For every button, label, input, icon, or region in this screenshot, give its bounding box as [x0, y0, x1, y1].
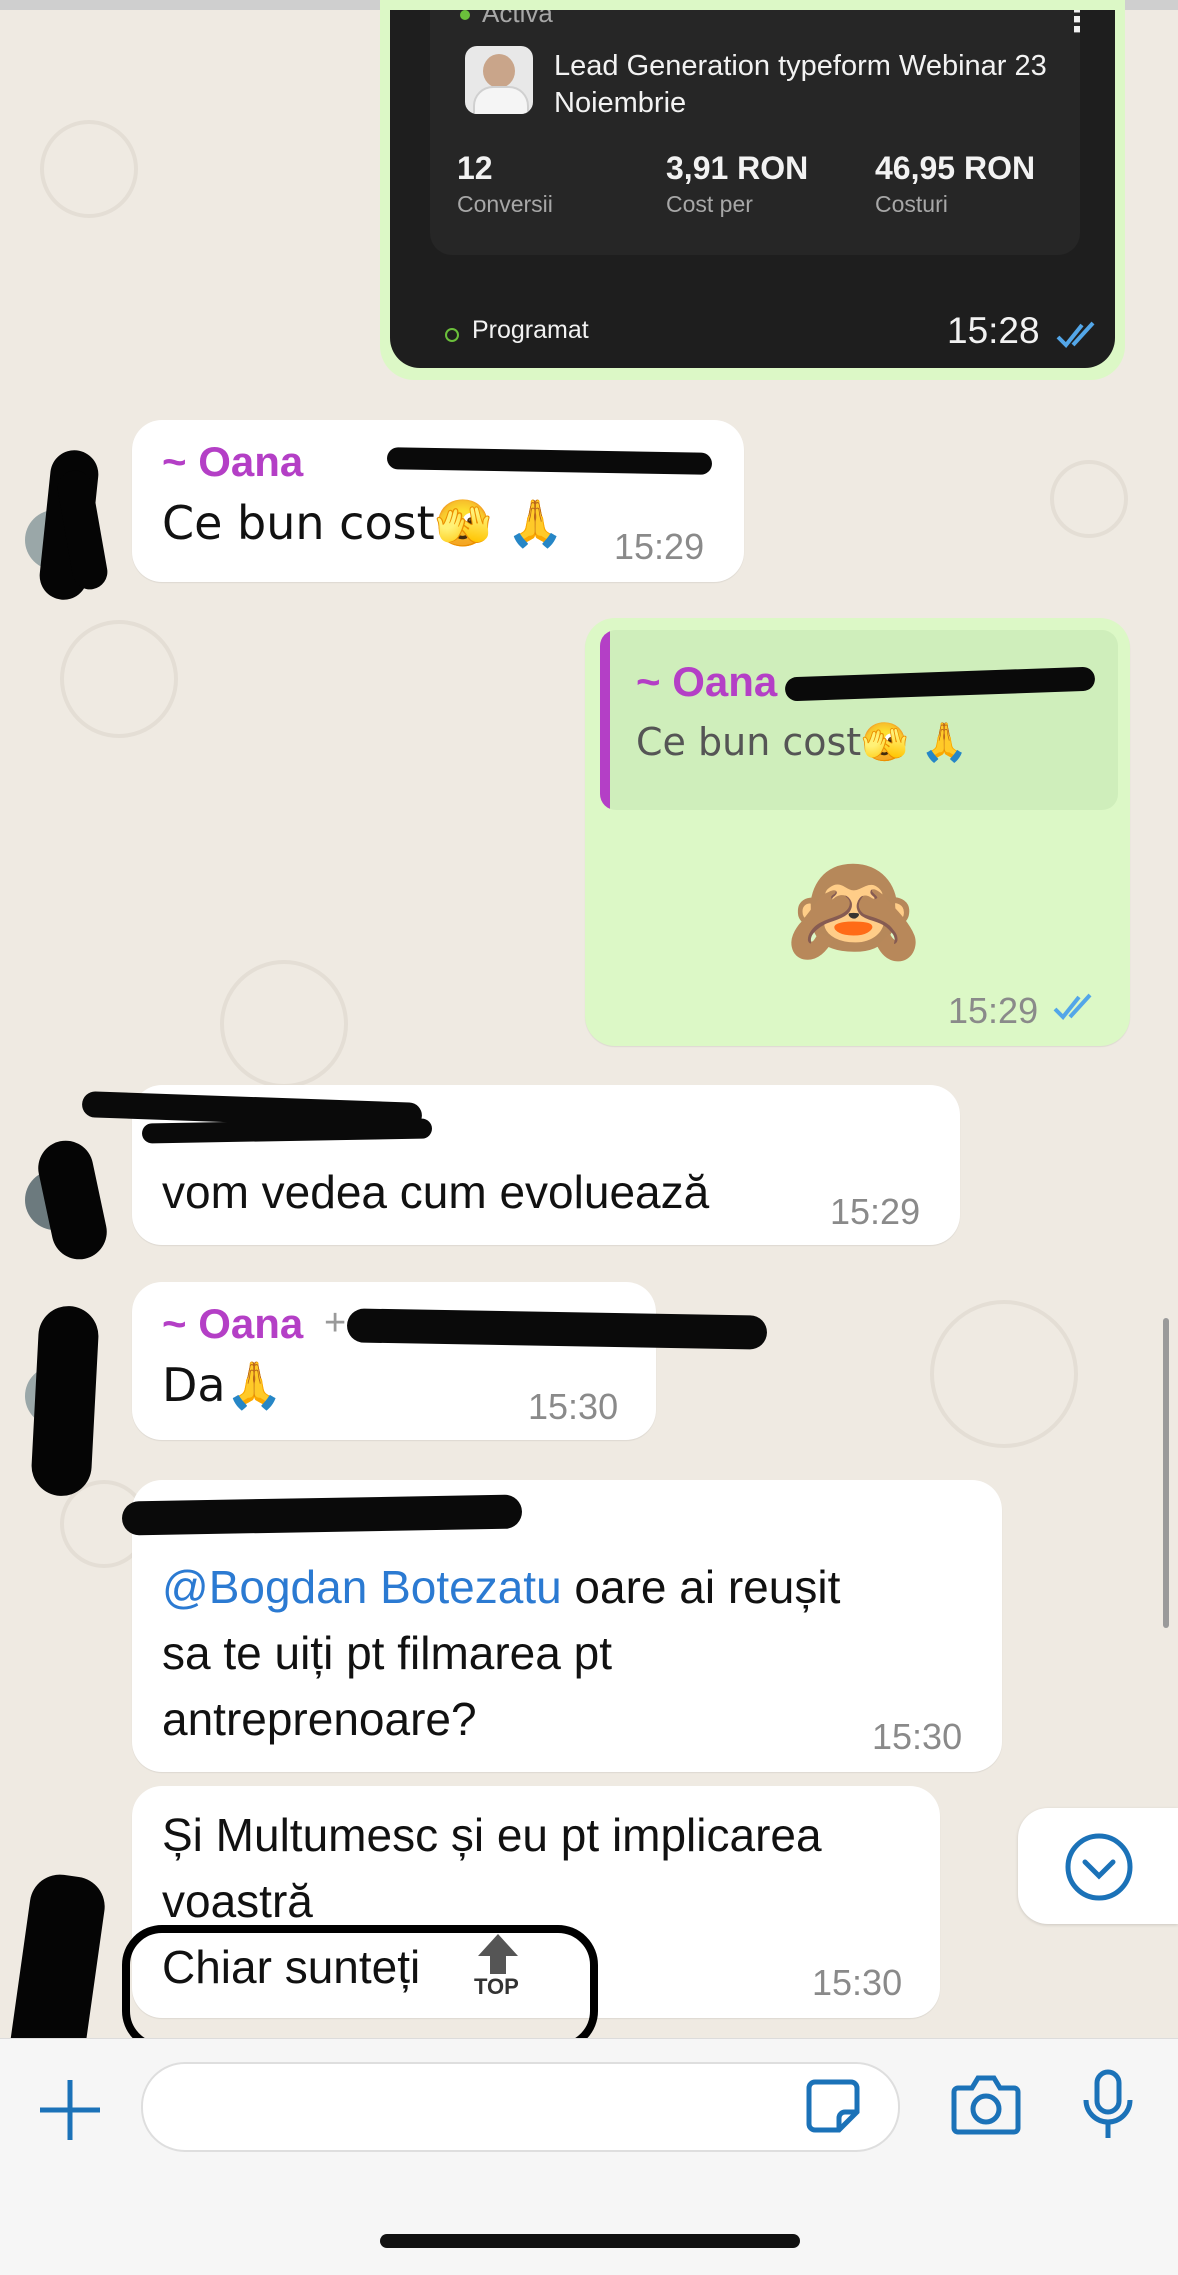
- quote-bar: [600, 630, 610, 810]
- message-time: 15:30: [528, 1386, 619, 1427]
- scroll-down-button[interactable]: [1018, 1808, 1178, 1924]
- sticker-icon[interactable]: [803, 2076, 863, 2136]
- message-time: 15:30: [812, 1962, 903, 2003]
- chevron-down-icon: [1065, 1833, 1133, 1901]
- stat-label: Cost per: [666, 191, 753, 217]
- monkey-emoji: 🙈: [785, 846, 922, 974]
- stat-value: 12: [457, 150, 493, 186]
- message-input[interactable]: [141, 2062, 900, 2152]
- redaction-scribble: [784, 666, 1096, 702]
- campaign-thumbnail: [465, 46, 533, 114]
- message-time: 15:30: [872, 1716, 963, 1757]
- stat-label: Conversii: [457, 191, 553, 217]
- message-time: 15:29: [830, 1191, 921, 1232]
- stat-cost-per: 3,91 RON Cost per: [666, 150, 808, 218]
- message-text: Da🙏: [162, 1358, 283, 1412]
- quote-sender: ~ Oana: [636, 658, 778, 705]
- message-line-1: Și Multumesc și eu pt implicarea: [162, 1809, 822, 1861]
- avatar[interactable]: [6, 1870, 109, 2080]
- message-time: 15:28: [947, 310, 1040, 351]
- scroll-to-top-overlay[interactable]: TOP: [466, 1932, 530, 1999]
- ad-card-message[interactable]: Activa ⋮ Lead Generation typeform Webina…: [380, 0, 1125, 380]
- top-label: TOP: [474, 1974, 519, 1999]
- up-arrow-icon: [478, 1934, 518, 1974]
- message-line-2: sa te uiți pt filmarea pt: [162, 1627, 612, 1679]
- mention-link[interactable]: @Bogdan Botezatu: [162, 1561, 562, 1613]
- message-text: vom vedea cum evoluează: [162, 1166, 710, 1218]
- quoted-message[interactable]: ~ Oana Ce bun cost🫣 🙏: [600, 630, 1118, 810]
- stat-label: Costuri: [875, 191, 948, 217]
- campaign-title: Lead Generation typeform Webinar 23 Noie…: [554, 50, 1047, 119]
- read-receipt-icon: [1056, 321, 1095, 348]
- redaction-scribble: [346, 1308, 768, 1350]
- message-line-3: antreprenoare?: [162, 1693, 477, 1745]
- ad-campaign-panel: Activa ⋮ Lead Generation typeform Webina…: [430, 10, 1094, 255]
- plus-icon[interactable]: [35, 2075, 105, 2145]
- message-bubble-3[interactable]: vom vedea cum evoluează 15:29: [81, 1085, 960, 1245]
- message-bubble-oana-2[interactable]: ~ Oana + Da🙏 15:30: [132, 1282, 768, 1440]
- sender-name[interactable]: ~ Oana: [162, 1300, 303, 1348]
- avatar[interactable]: [25, 1304, 100, 1498]
- active-status-dot: [460, 10, 470, 20]
- avatar[interactable]: [25, 1135, 112, 1265]
- message-time: 15:29: [614, 526, 705, 567]
- redaction-scribble: [121, 1494, 523, 1536]
- status-active-label: Activa: [482, 10, 553, 28]
- quote-text: Ce bun cost🫣 🙏: [636, 720, 968, 764]
- read-receipt-icon: [1053, 993, 1092, 1020]
- redaction-scribble: [386, 447, 713, 475]
- camera-icon[interactable]: [950, 2072, 1022, 2136]
- stat-conversions: 12 Conversii: [457, 150, 553, 218]
- message-bubble-mention[interactable]: @Bogdan Botezatu oare ai reușit sa te ui…: [121, 1480, 1002, 1772]
- stat-value: 3,91 RON: [666, 150, 809, 186]
- scheduled-status-icon: [445, 328, 459, 342]
- scrollbar[interactable]: [1163, 1318, 1169, 1628]
- home-indicator: [380, 2234, 800, 2248]
- stat-costs: 46,95 RON Costuri: [875, 150, 1035, 218]
- avatar[interactable]: [25, 447, 111, 603]
- ad-card: Activa ⋮ Lead Generation typeform Webina…: [390, 10, 1115, 368]
- redaction-scribble: [141, 1118, 433, 1144]
- message-text: Ce bun cost🫣 🙏: [162, 496, 564, 550]
- microphone-icon[interactable]: [1080, 2068, 1136, 2144]
- stat-value: 46,95 RON: [875, 150, 1036, 186]
- message-bubble-oana-1[interactable]: ~ Oana Ce bun cost🫣 🙏 15:29: [132, 420, 744, 582]
- more-options-icon[interactable]: ⋮: [1060, 10, 1094, 40]
- message-text: oare ai reușit: [561, 1561, 841, 1613]
- message-line: @Bogdan Botezatu oare ai reușit: [162, 1554, 840, 1620]
- message-time: 15:29: [948, 990, 1039, 1031]
- sender-suffix: +: [324, 1302, 347, 1344]
- status-scheduled-label: Programat: [472, 316, 589, 344]
- sender-name[interactable]: ~ Oana: [162, 438, 303, 486]
